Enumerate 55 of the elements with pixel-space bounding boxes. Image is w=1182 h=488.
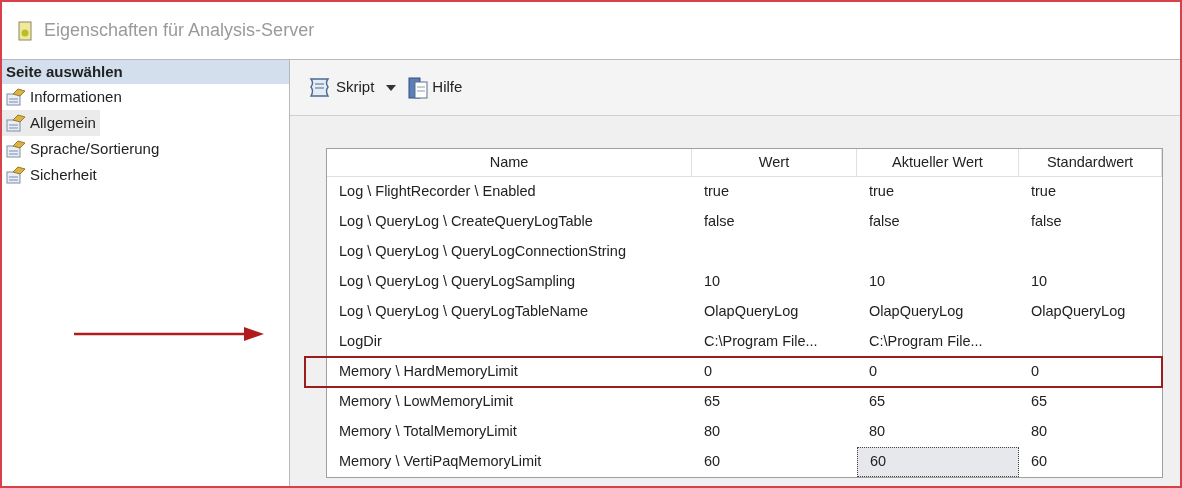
help-button[interactable]: Hilfe	[404, 75, 467, 100]
table-cell-text: Log \ QueryLog \ QueryLogTableName	[338, 302, 590, 322]
table-cell-text: Log \ QueryLog \ QueryLogSampling	[338, 272, 577, 292]
table-cell: 60	[857, 447, 1019, 477]
table-cell-text: LogDir	[338, 332, 383, 352]
table-cell-text: Memory \ VertiPaqMemoryLimit	[338, 452, 543, 472]
window-title: Eigenschaften für Analysis-Server	[44, 19, 315, 42]
table-cell-text: 0	[1030, 362, 1041, 382]
table-cell-text: OlapQueryLog	[703, 302, 800, 322]
table-cell-text: Log \ FlightRecorder \ Enabled	[338, 182, 537, 202]
table-cell-text: 60	[1030, 452, 1049, 472]
sidebar-item[interactable]: Allgemein	[2, 110, 100, 136]
column-header[interactable]: Standardwert	[1019, 149, 1162, 176]
sidebar-heading: Seite auswählen	[2, 60, 289, 84]
table-cell-text: false	[703, 212, 736, 232]
column-header[interactable]: Name	[327, 149, 692, 176]
table-cell-text: C:\Program File...	[703, 332, 819, 352]
table-cell-text: 10	[703, 272, 722, 292]
table-cell-text: Memory \ HardMemoryLimit	[338, 362, 519, 382]
sidebar-item[interactable]: Informationen	[2, 84, 126, 110]
table-cell-text: false	[1030, 212, 1063, 232]
table-cell-text: OlapQueryLog	[868, 302, 965, 322]
column-header[interactable]: Wert	[692, 149, 857, 176]
property-page-icon	[6, 114, 26, 132]
table-cell-text: Memory \ LowMemoryLimit	[338, 392, 515, 412]
table-cell-text: 0	[868, 362, 879, 382]
table-cell-text: true	[703, 182, 730, 202]
table-cell-text: 65	[868, 392, 887, 412]
table-cell-text: true	[868, 182, 895, 202]
column-header[interactable]: Aktueller Wert	[857, 149, 1019, 176]
table-cell-text: 60	[703, 452, 722, 472]
table-cell-text: 10	[1030, 272, 1049, 292]
script-button[interactable]: Skript	[302, 76, 379, 99]
table-cell-text: true	[1030, 182, 1057, 202]
table-cell-text: 80	[868, 422, 887, 442]
table-cell-text: 65	[703, 392, 722, 412]
property-page-icon	[6, 166, 26, 184]
table-cell-text: 65	[1030, 392, 1049, 412]
table-cell-text: Log \ QueryLog \ QueryLogConnectionString	[338, 242, 627, 262]
table-cell-text: 10	[868, 272, 887, 292]
table-cell-text: Log \ QueryLog \ CreateQueryLogTable	[338, 212, 594, 232]
property-page-icon	[6, 88, 26, 106]
table-cell-text: false	[868, 212, 901, 232]
table-cell-text: C:\Program File...	[868, 332, 984, 352]
caret-icon[interactable]	[386, 84, 397, 91]
table-cell-text: Memory \ TotalMemoryLimit	[338, 422, 518, 442]
sidebar-item[interactable]: Sicherheit	[2, 162, 101, 188]
table-cell-text: OlapQueryLog	[1030, 302, 1127, 322]
table-cell-text: 0	[703, 362, 714, 382]
server-icon	[18, 20, 32, 41]
table-cell-text: 80	[703, 422, 722, 442]
table-cell-text: 80	[1030, 422, 1049, 442]
sidebar-item[interactable]: Sprache/Sortierung	[2, 136, 164, 162]
property-page-icon	[6, 140, 26, 158]
document-icon	[408, 75, 429, 100]
